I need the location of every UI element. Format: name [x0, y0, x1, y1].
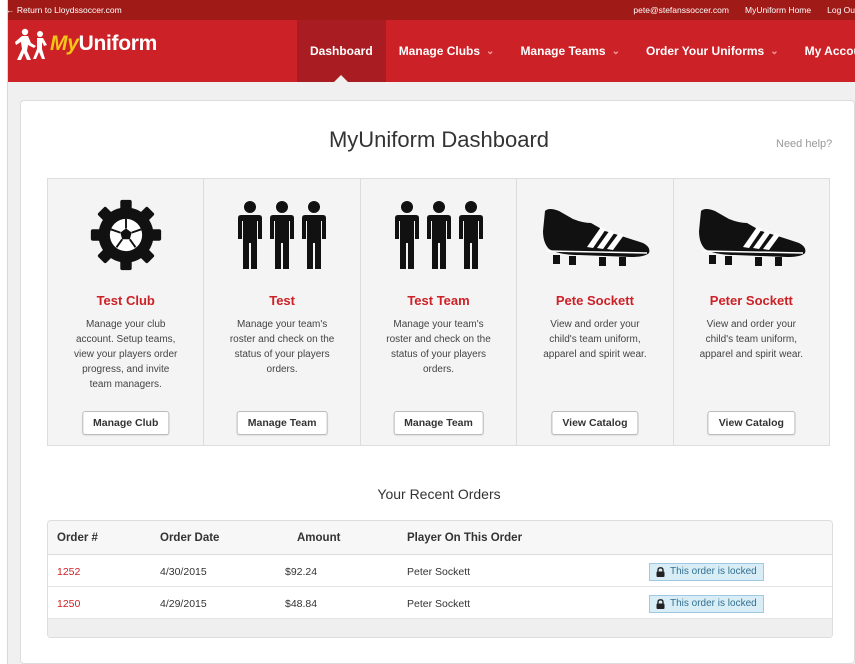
- recent-orders-table: Order # Order Date Amount Player On This…: [47, 520, 833, 638]
- nav-dashboard[interactable]: Dashboard: [297, 20, 386, 82]
- card-team: Test Manage your team's roster and check…: [204, 179, 361, 445]
- column-order-number: Order #: [57, 532, 98, 544]
- order-amount: $92.24: [285, 566, 318, 578]
- manage-club-button[interactable]: Manage Club: [82, 411, 170, 435]
- logo-uniform: Uniform: [78, 32, 158, 55]
- main-nav: Dashboard Manage Clubs ⌄ Manage Teams ⌄ Or…: [297, 20, 855, 82]
- team-players-icon: [238, 201, 327, 269]
- order-player: Peter Sockett: [407, 566, 471, 578]
- nav-label: Dashboard: [310, 44, 373, 58]
- utility-links: pete@stefanssoccer.com MyUniform Home Lo…: [633, 5, 855, 15]
- need-help-link[interactable]: Need help?: [776, 138, 832, 150]
- nav-label: Order Your Uniforms: [645, 44, 765, 58]
- card-title: Pete Sockett: [555, 293, 634, 308]
- logo-my: My: [50, 32, 79, 55]
- chevron-down-icon: ⌄: [770, 45, 779, 57]
- myuniform-logo[interactable]: MyUniform: [14, 26, 157, 62]
- card-description: View and order your child's team uniform…: [543, 319, 647, 360]
- utility-bar: ← Return to Lloydssoccer.com pete@stefan…: [0, 0, 855, 20]
- dashboard-cards: Test Club Manage your club account. Setu…: [47, 178, 830, 446]
- card-title: Peter Sockett: [709, 293, 793, 308]
- view-catalog-button[interactable]: View Catalog: [707, 411, 795, 435]
- manage-team-button[interactable]: Manage Team: [393, 411, 484, 435]
- lock-label: This order is locked: [670, 598, 757, 609]
- column-amount: Amount: [297, 532, 341, 544]
- column-player: Player On This Order: [407, 532, 523, 544]
- nav-manage-teams[interactable]: Manage Teams ⌄: [507, 20, 633, 82]
- nav-label: Manage Teams: [520, 44, 606, 58]
- order-date: 4/30/2015: [160, 566, 207, 578]
- column-order-date: Order Date: [160, 532, 220, 544]
- manage-team-button[interactable]: Manage Team: [236, 411, 328, 435]
- view-catalog-button[interactable]: View Catalog: [551, 411, 639, 435]
- chevron-down-icon: ⌄: [486, 45, 495, 57]
- table-header: Order # Order Date Amount Player On This…: [48, 521, 832, 555]
- lock-icon: [656, 599, 665, 609]
- nav-label: Manage Clubs: [398, 44, 481, 58]
- soccer-players-logo-icon: [15, 28, 47, 60]
- page-title: MyUniform Dashboard: [328, 127, 550, 152]
- logout-link[interactable]: Log Ou: [827, 5, 855, 15]
- soccer-cleat-icon: [542, 209, 650, 266]
- order-amount: $48.84: [285, 598, 318, 610]
- soccer-cleat-icon: [699, 209, 806, 266]
- gear-ball-icon: [90, 199, 161, 271]
- window-left-edge: [0, 0, 8, 664]
- app-window: ← Return to Lloydssoccer.com pete@stefan…: [0, 0, 855, 664]
- nav-my-account[interactable]: My Account: [792, 20, 855, 82]
- order-date: 4/29/2015: [160, 598, 207, 610]
- card-team: Test Team Manage your team's roster and …: [361, 179, 518, 445]
- card-description: View and order your child's team uniform…: [699, 319, 804, 360]
- order-number-link[interactable]: 1250: [57, 598, 80, 610]
- card-title: Test: [269, 293, 295, 308]
- order-player: Peter Sockett: [407, 598, 471, 610]
- chevron-down-icon: ⌄: [611, 45, 620, 57]
- nav-label: My Account: [804, 44, 855, 58]
- team-players-icon: [394, 201, 483, 269]
- card-player: Pete Sockett View and order your child's…: [517, 179, 674, 445]
- card-title: Test Team: [407, 293, 470, 308]
- table-row: 1252 4/30/2015 $92.24 Peter Sockett This…: [48, 555, 832, 587]
- lock-label: This order is locked: [670, 566, 757, 577]
- return-link[interactable]: ← Return to Lloydssoccer.com: [6, 5, 122, 15]
- recent-orders-title: Your Recent Orders: [377, 486, 501, 502]
- lock-icon: [656, 567, 665, 577]
- card-player: Peter Sockett View and order your child'…: [674, 179, 829, 445]
- table-row: 1250 4/29/2015 $48.84 Peter Sockett This…: [48, 587, 832, 619]
- nav-order-uniforms[interactable]: Order Your Uniforms ⌄: [633, 20, 792, 82]
- order-locked-badge: This order is locked: [649, 595, 764, 613]
- user-email-link[interactable]: pete@stefanssoccer.com: [633, 5, 729, 15]
- order-locked-badge: This order is locked: [649, 563, 764, 581]
- table-footer: [48, 619, 832, 637]
- main-navbar: MyUniform Dashboard Manage Clubs ⌄ Manage…: [0, 20, 855, 82]
- card-description: Manage your team's roster and check on t…: [229, 319, 335, 375]
- card-title: Test Club: [96, 293, 155, 308]
- myuniform-home-link[interactable]: MyUniform Home: [745, 5, 811, 15]
- card-club: Test Club Manage your club account. Setu…: [48, 179, 205, 445]
- card-description: Manage your club account. Setup teams, v…: [74, 319, 178, 390]
- order-number-link[interactable]: 1252: [57, 566, 80, 578]
- card-description: Manage your team's roster and check on t…: [386, 319, 491, 375]
- nav-manage-clubs[interactable]: Manage Clubs ⌄: [386, 20, 508, 82]
- logo-wordmark: MyUniform: [50, 32, 157, 56]
